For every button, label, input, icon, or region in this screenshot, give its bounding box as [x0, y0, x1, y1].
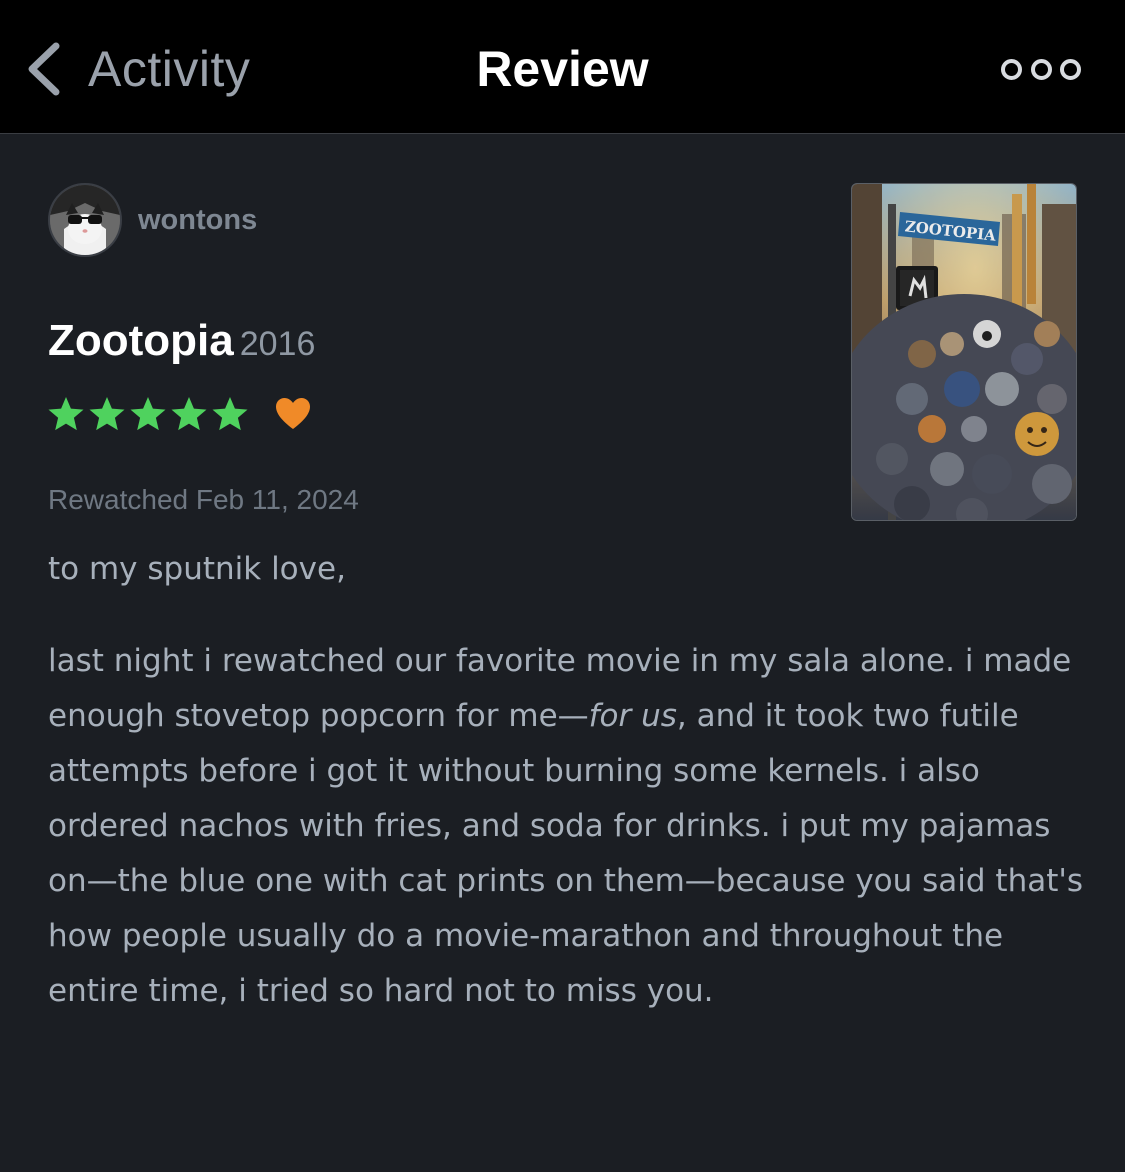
- more-options-button[interactable]: [1001, 52, 1081, 86]
- watch-date: Rewatched Feb 11, 2024: [48, 484, 359, 515]
- star-icon: [48, 397, 84, 431]
- star-icon: [89, 397, 125, 431]
- back-button[interactable]: Activity: [24, 34, 250, 104]
- review-paragraph: last night i rewatched our favorite movi…: [48, 634, 1088, 1019]
- review-body: to my sputnik love, last night i rewatch…: [48, 542, 1088, 1019]
- review-text-span: , and it took two futile attempts before…: [48, 698, 1084, 1009]
- star-icon: [171, 397, 207, 431]
- review-paragraph: to my sputnik love,: [48, 551, 346, 587]
- rating: [46, 394, 313, 434]
- more-horizontal-icon: [1060, 58, 1081, 80]
- reviewer-username[interactable]: wontons: [138, 204, 257, 237]
- more-horizontal-icon: [1030, 58, 1052, 80]
- film-title: Zootopia: [48, 316, 234, 365]
- chevron-left-icon: [24, 34, 64, 104]
- more-horizontal-icon: [1001, 58, 1022, 80]
- film-year: 2016: [239, 325, 316, 363]
- back-button-label: Activity: [88, 41, 251, 97]
- avatar[interactable]: [48, 183, 122, 257]
- heart-icon: [276, 398, 310, 429]
- film-title-row[interactable]: Zootopia 2016: [48, 316, 315, 366]
- star-icon: [212, 397, 248, 431]
- top-navigation-bar: Activity Review: [0, 0, 1125, 134]
- star-icon: [130, 397, 166, 431]
- review-screen: Activity Review wontons Zootopia 2016 Re…: [0, 0, 1125, 1172]
- film-poster[interactable]: ZOOTOPIA: [851, 183, 1077, 521]
- review-text-italic: for us: [588, 698, 677, 734]
